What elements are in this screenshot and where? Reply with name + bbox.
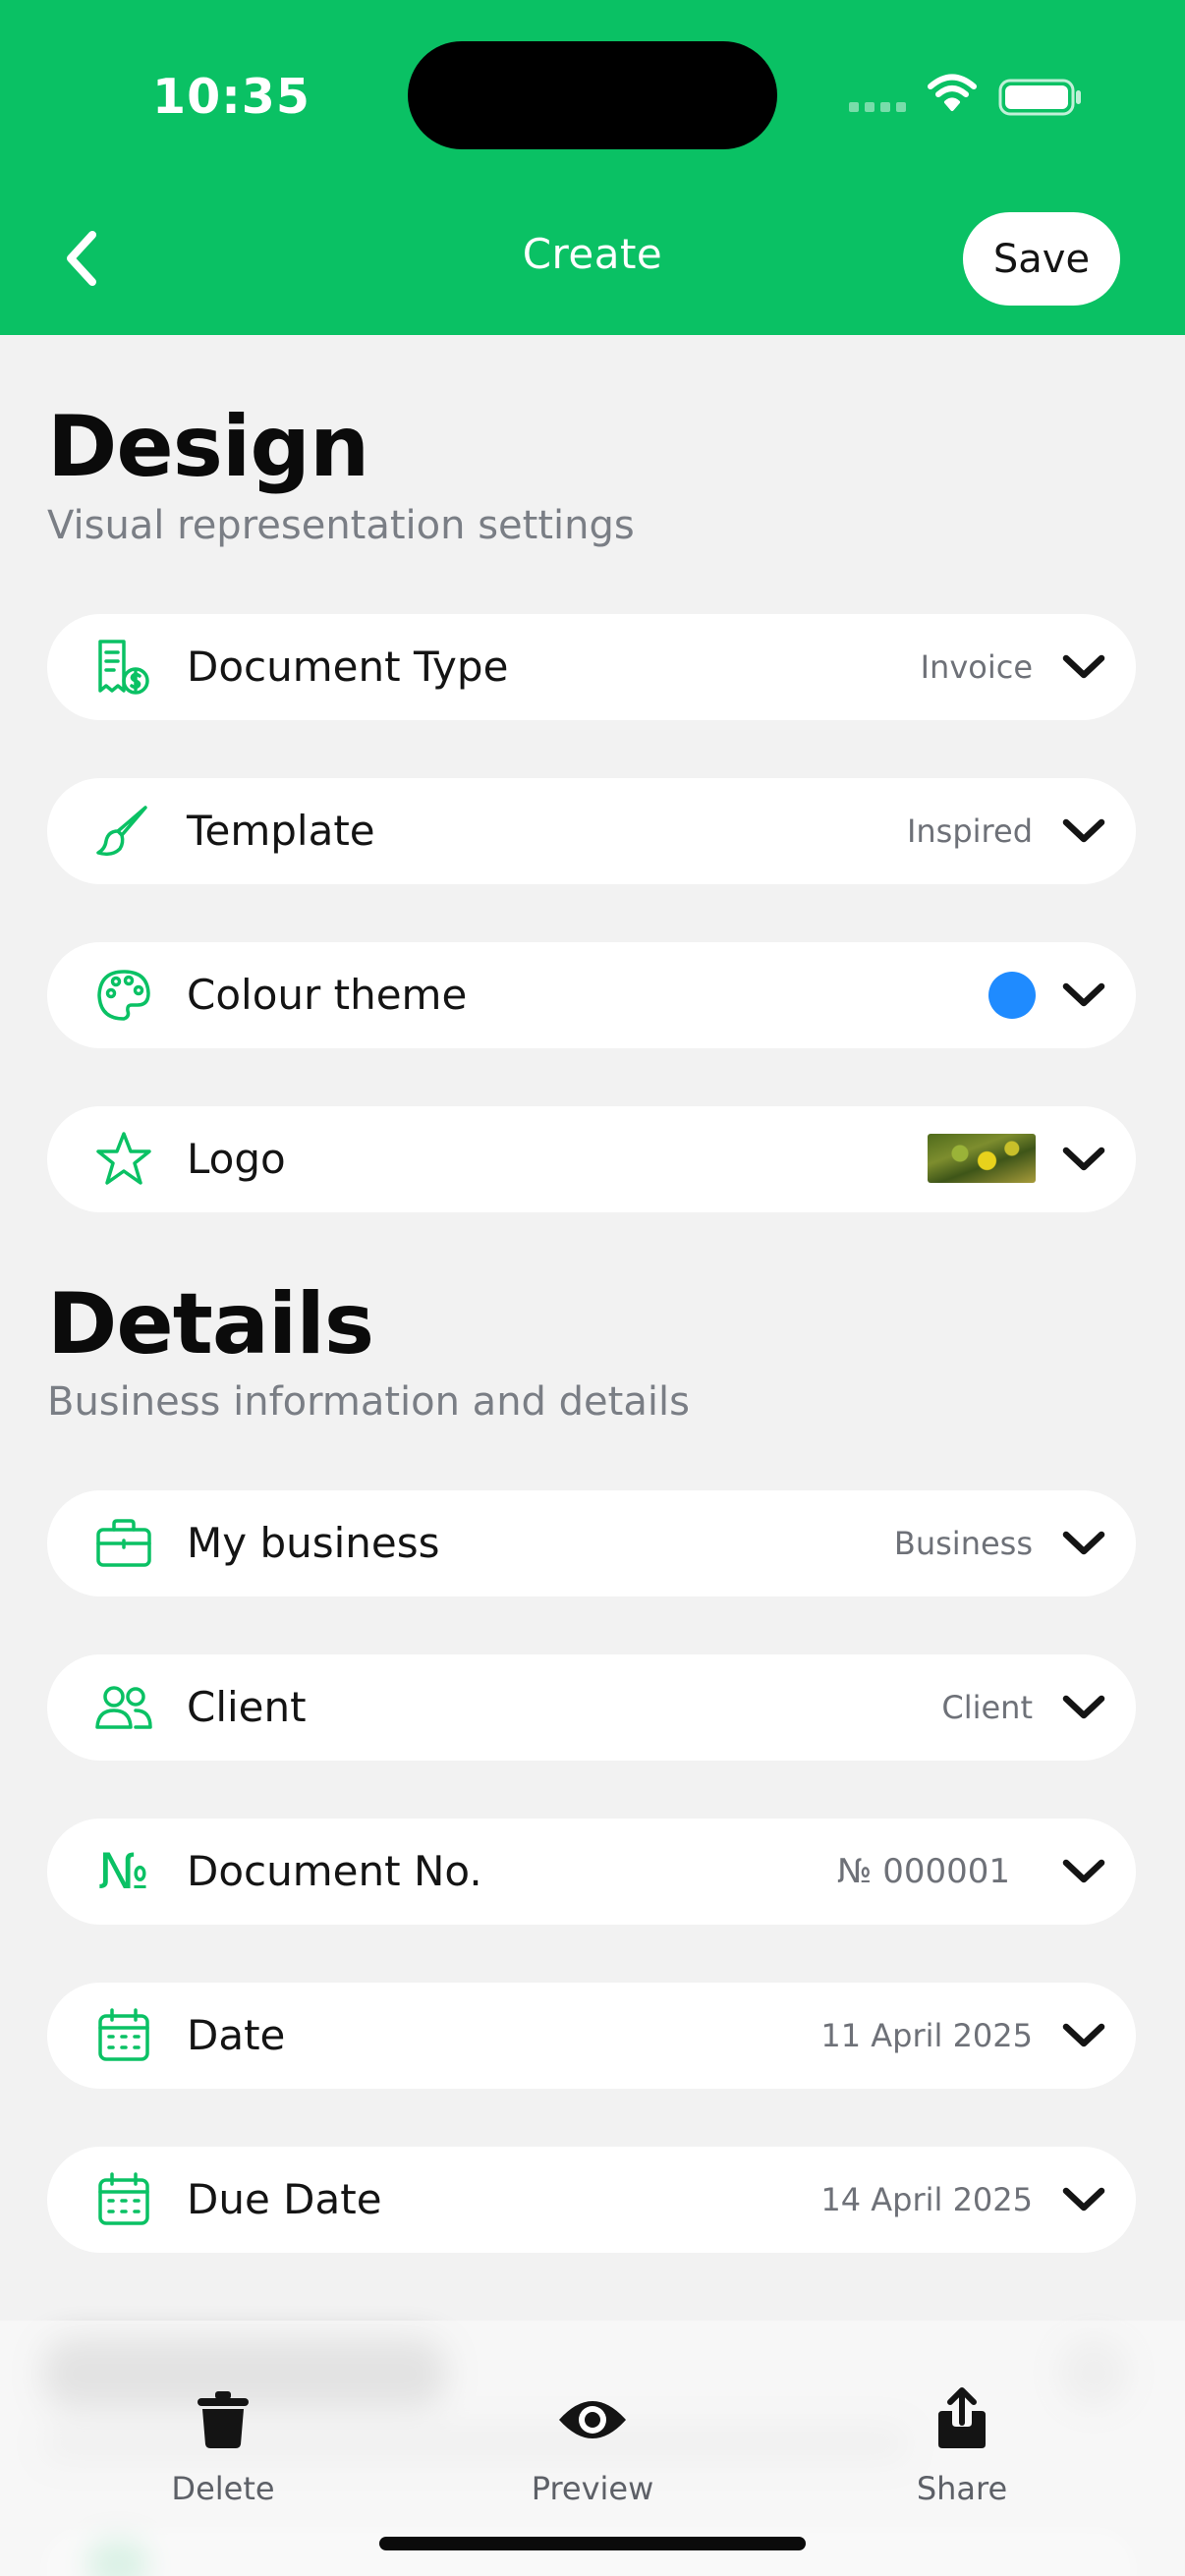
share-icon [844,2385,1080,2454]
chevron-down-icon [1059,978,1108,1013]
preview-tab[interactable]: Preview [475,2385,710,2513]
star-icon [94,1130,153,1189]
document-number-value: № 000001 [837,1852,1010,1891]
share-tab-label: Share [916,2470,1008,2507]
create-document-screen: 10:35 Create Save Design Visual represen… [0,0,1185,2576]
eye-icon [475,2385,710,2454]
date-label: Date [187,2011,286,2059]
due-date-label: Due Date [187,2175,382,2223]
trash-icon [105,2385,341,2454]
template-value: Inspired [906,812,1033,850]
document-number-row[interactable]: № Document No. № 000001 [47,1819,1136,1925]
calendar-icon [94,2170,153,2229]
design-section-title: Design [47,398,369,496]
chevron-down-icon [1059,2182,1108,2217]
colour-theme-label: Colour theme [187,971,468,1019]
due-date-value: 14 April 2025 [820,2181,1033,2218]
receipt-dollar-icon [94,638,153,697]
wifi-icon [928,74,977,111]
date-value: 11 April 2025 [820,2017,1033,2054]
chevron-down-icon [1059,1526,1108,1561]
my-business-value: Business [893,1525,1033,1562]
date-row[interactable]: Date 11 April 2025 [47,1983,1136,2089]
cellular-signal-icon [849,102,906,112]
save-button[interactable]: Save [963,212,1120,306]
chevron-down-icon [1059,1854,1108,1889]
theme-color-swatch [988,972,1036,1019]
my-business-label: My business [187,1519,440,1567]
details-section-subtitle: Business information and details [47,1379,690,1425]
calendar-icon [94,2006,153,2065]
battery-icon [998,79,1081,116]
due-date-row[interactable]: Due Date 14 April 2025 [47,2147,1136,2253]
client-value: Client [941,1689,1033,1726]
document-type-label: Document Type [187,643,509,691]
users-icon [94,1678,153,1737]
numero-glyph: № [97,1843,149,1900]
delete-tab[interactable]: Delete [105,2385,341,2513]
paintbrush-icon [94,802,153,861]
top-header: 10:35 Create Save [0,0,1185,335]
document-number-label: Document No. [187,1847,482,1895]
logo-thumbnail [928,1134,1036,1183]
dynamic-island [408,41,777,149]
home-indicator [379,2537,806,2550]
chevron-down-icon [1059,1142,1108,1177]
document-type-value: Invoice [920,648,1033,686]
logo-row[interactable]: Logo [47,1106,1136,1212]
details-section-title: Details [47,1275,374,1373]
chevron-down-icon [1059,2018,1108,2053]
my-business-row[interactable]: My business Business [47,1490,1136,1596]
document-type-row[interactable]: Document Type Invoice [47,614,1136,720]
colour-theme-row[interactable]: Colour theme [47,942,1136,1048]
design-section-subtitle: Visual representation settings [47,503,635,548]
template-label: Template [187,807,375,855]
numero-icon: № [94,1842,153,1901]
briefcase-icon [94,1514,153,1573]
chevron-down-icon [1059,1690,1108,1725]
logo-label: Logo [187,1135,286,1183]
palette-icon [94,966,153,1025]
preview-tab-label: Preview [531,2470,654,2507]
chevron-down-icon [1059,649,1108,685]
status-time: 10:35 [152,69,310,125]
template-row[interactable]: Template Inspired [47,778,1136,884]
delete-tab-label: Delete [171,2470,275,2507]
share-tab[interactable]: Share [844,2385,1080,2513]
chevron-down-icon [1059,813,1108,849]
client-row[interactable]: Client Client [47,1654,1136,1761]
client-label: Client [187,1683,307,1731]
